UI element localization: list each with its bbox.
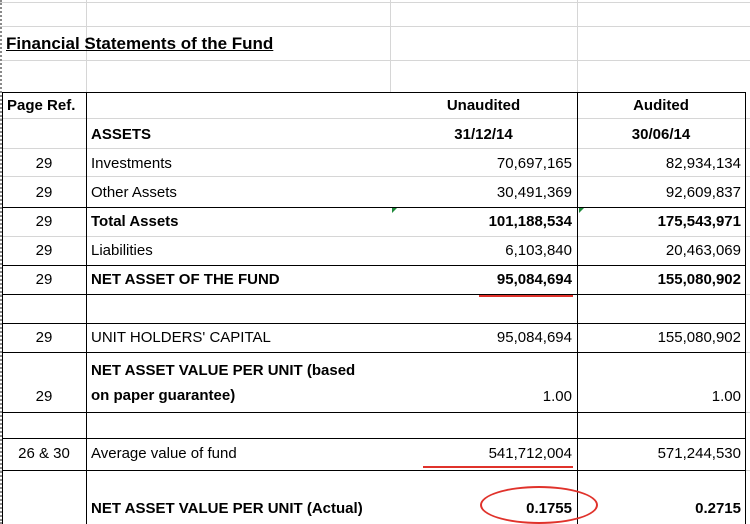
row-label: NET ASSET OF THE FUND (91, 271, 280, 288)
page-title: Financial Statements of the Fund (6, 34, 274, 53)
row-page-ref: 29 (35, 155, 53, 172)
gridline (0, 176, 750, 177)
row-label-line1: NET ASSET VALUE PER UNIT (based (91, 362, 356, 379)
header-col1-status: Unaudited (446, 97, 521, 114)
row-value-unaudited: 70,697,165 (496, 155, 572, 172)
row-value-unaudited: 1.00 (542, 388, 572, 405)
row-value-audited: 571,244,530 (657, 445, 741, 462)
row-page-ref: 29 (35, 329, 53, 346)
red-underline-annotation (423, 466, 573, 468)
gridline (0, 26, 750, 27)
row-label: NET ASSET VALUE PER UNIT (Actual) (91, 500, 363, 517)
row-label: Other Assets (91, 184, 177, 201)
row-value-unaudited: 6,103,840 (505, 242, 572, 259)
table-border (2, 438, 746, 439)
table-border (2, 207, 746, 208)
row-label: Total Assets (91, 213, 179, 230)
gridline (0, 2, 750, 3)
red-underline-annotation (479, 295, 573, 297)
row-page-ref: 29 (35, 213, 53, 230)
gridline (0, 60, 750, 61)
row-page-ref: 26 & 30 (18, 445, 70, 462)
header-page-ref: Page Ref. (7, 97, 76, 114)
row-value-audited: 155,080,902 (657, 329, 741, 346)
header-col2-date: 30/06/14 (631, 126, 691, 143)
row-label: Liabilities (91, 242, 153, 259)
row-value-unaudited: 30,491,369 (496, 184, 572, 201)
table-border (2, 92, 746, 93)
spreadsheet: Financial Statements of the Fund Page Re… (0, 0, 750, 524)
table-border (2, 470, 746, 471)
row-value-audited: 20,463,069 (665, 242, 741, 259)
table-border (86, 92, 87, 524)
row-label: UNIT HOLDERS' CAPITAL (91, 329, 271, 346)
header-col1-date: 31/12/14 (454, 126, 513, 143)
table-border (745, 92, 746, 524)
row-page-ref: 29 (35, 242, 53, 259)
row-page-ref: 29 (35, 271, 53, 288)
red-circle-annotation (480, 486, 598, 524)
header-col2-status: Audited (633, 97, 689, 114)
table-border (2, 323, 746, 324)
gridline (577, 0, 578, 92)
table-border (2, 412, 746, 413)
row-value-unaudited: 95,084,694 (496, 271, 572, 288)
row-label: Investments (91, 155, 172, 172)
row-value-unaudited: 95,084,694 (496, 329, 572, 346)
row-page-ref: 29 (35, 184, 53, 201)
row-value-unaudited: 101,188,534 (488, 213, 572, 230)
gridline (0, 236, 750, 237)
row-value-audited: 155,080,902 (657, 271, 741, 288)
row-value-audited: 175,543,971 (657, 213, 741, 230)
gridline (0, 148, 750, 149)
row-label: Average value of fund (91, 445, 237, 462)
header-assets: ASSETS (91, 126, 152, 143)
gridline (390, 0, 391, 92)
row-page-ref: 29 (35, 388, 53, 405)
row-value-audited: 82,934,134 (665, 155, 741, 172)
table-border (2, 265, 746, 266)
row-value-audited: 0.2715 (695, 500, 741, 517)
row-value-audited: 1.00 (711, 388, 741, 405)
table-border (2, 294, 746, 295)
row-value-audited: 92,609,837 (665, 184, 741, 201)
row-value-unaudited: 541,712,004 (488, 445, 572, 462)
table-border (2, 352, 746, 353)
row-label-line2: on paper guarantee) (91, 387, 236, 404)
gridline (0, 118, 750, 119)
